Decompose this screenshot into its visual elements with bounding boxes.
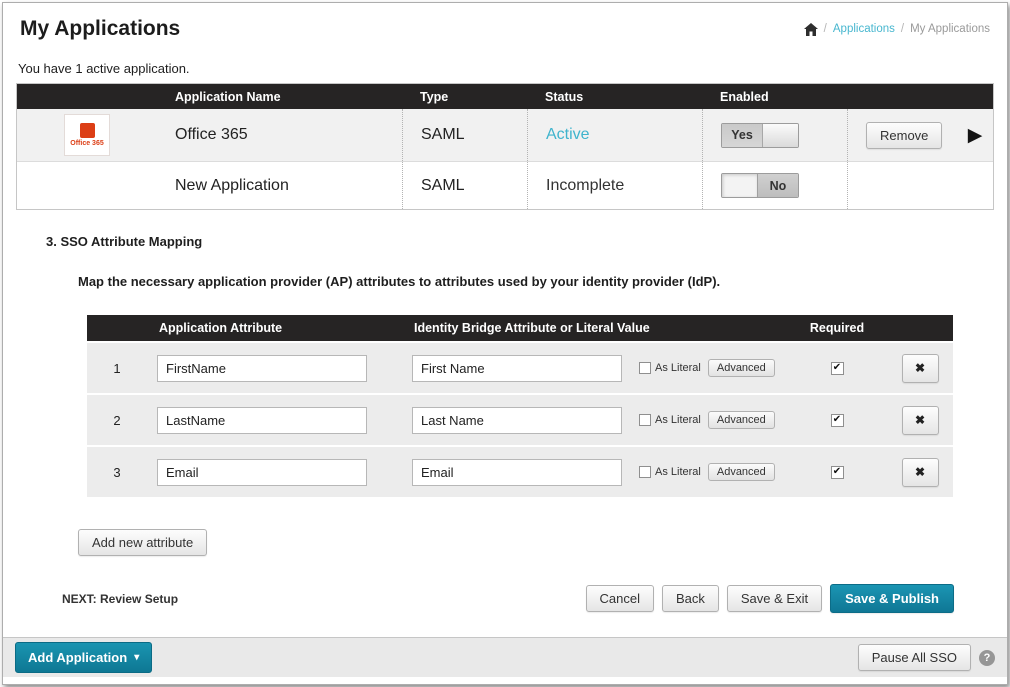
as-literal-checkbox[interactable] [639,466,651,478]
chevron-down-icon: ▾ [134,653,139,663]
required-checkbox[interactable] [831,362,844,375]
row-number: 2 [87,413,147,428]
add-application-button[interactable]: Add Application ▾ [15,642,152,673]
toggle-off-label: No [757,174,798,197]
column-required: Required [787,315,887,341]
required-checkbox[interactable] [831,414,844,427]
add-new-attribute-button[interactable]: Add new attribute [78,529,207,556]
expand-row-icon[interactable]: ▶ [968,126,983,145]
advanced-button[interactable]: Advanced [708,463,775,481]
identity-bridge-attribute-input[interactable] [412,355,622,382]
office365-logo: Office 365 [64,114,110,156]
application-attribute-input[interactable] [157,407,367,434]
toggle-handle [762,124,798,147]
column-application-name: Application Name [157,84,402,109]
row-number: 1 [87,361,147,376]
application-attribute-input[interactable] [157,355,367,382]
help-icon[interactable]: ? [979,650,995,666]
my-applications-page: My Applications / Applications / My Appl… [2,2,1008,685]
active-application-count: You have 1 active application. [18,61,992,76]
applications-table: Application Name Type Status Enabled Off… [16,83,994,210]
breadcrumb-separator: / [824,23,827,35]
delete-attribute-button[interactable]: ✖ [902,354,939,383]
sso-attribute-mapping-description: Map the necessary application provider (… [78,274,994,289]
application-attribute-input[interactable] [157,459,367,486]
application-type: SAML [402,162,527,209]
column-status: Status [527,84,702,109]
breadcrumb: / Applications / My Applications [804,23,990,36]
enabled-toggle-no[interactable]: No [721,173,799,198]
toggle-groove [722,174,757,197]
application-name: New Application [157,162,402,209]
form-actions: NEXT: Review Setup Cancel Back Save & Ex… [62,584,954,613]
as-literal-checkbox[interactable] [639,362,651,374]
sso-attribute-mapping-heading: 3. SSO Attribute Mapping [46,234,994,249]
breadcrumb-link-applications[interactable]: Applications [833,23,895,35]
footer-bar: Add Application ▾ Pause All SSO ? [3,637,1007,677]
column-enabled: Enabled [702,84,847,109]
column-expand-spacer [957,84,993,109]
application-name: Office 365 [157,109,402,161]
office365-logo-icon [80,123,95,138]
applications-table-header: Application Name Type Status Enabled [17,84,993,109]
advanced-button[interactable]: Advanced [708,359,775,377]
required-checkbox[interactable] [831,466,844,479]
column-type: Type [402,84,527,109]
save-exit-button[interactable]: Save & Exit [727,585,822,612]
cancel-button[interactable]: Cancel [586,585,654,612]
office365-logo-text: Office 365 [70,140,103,147]
breadcrumb-separator: / [901,23,904,35]
attribute-table-header: Application Attribute Identity Bridge At… [87,315,953,341]
remove-button[interactable]: Remove [866,122,942,149]
as-literal-label: As Literal [655,466,701,478]
page-header: My Applications / Applications / My Appl… [16,3,994,45]
application-status: Active [527,109,702,161]
column-identity-bridge-attribute: Identity Bridge Attribute or Literal Val… [402,315,637,341]
back-button[interactable]: Back [662,585,719,612]
attribute-row-1: 1 As Literal Advanced ✖ [87,343,953,393]
delete-attribute-button[interactable]: ✖ [902,406,939,435]
advanced-button[interactable]: Advanced [708,411,775,429]
save-publish-button[interactable]: Save & Publish [830,584,954,613]
row-number: 3 [87,465,147,480]
identity-bridge-attribute-input[interactable] [412,459,622,486]
application-type: SAML [402,109,527,161]
delete-attribute-button[interactable]: ✖ [902,458,939,487]
table-row-new-application: New Application SAML Incomplete No [17,161,993,209]
toggle-on-label: Yes [722,124,762,147]
add-application-label: Add Application [28,650,127,665]
next-step-label: NEXT: Review Setup [62,592,178,606]
as-literal-checkbox[interactable] [639,414,651,426]
as-literal-label: As Literal [655,414,701,426]
table-row-office365: Office 365 Office 365 SAML Active Yes Re… [17,109,993,161]
identity-bridge-attribute-input[interactable] [412,407,622,434]
attribute-mapping-table: Application Attribute Identity Bridge At… [87,315,953,497]
pause-all-sso-button[interactable]: Pause All SSO [858,644,971,671]
column-actions-spacer [847,84,957,109]
home-icon[interactable] [804,23,818,36]
enabled-toggle-yes[interactable]: Yes [721,123,799,148]
application-status: Incomplete [527,162,702,209]
breadcrumb-current: My Applications [910,23,990,35]
attribute-row-2: 2 As Literal Advanced ✖ [87,395,953,445]
attribute-row-3: 3 As Literal Advanced ✖ [87,447,953,497]
header-icon-spacer [17,84,157,109]
page-title: My Applications [20,17,180,41]
as-literal-label: As Literal [655,362,701,374]
column-application-attribute: Application Attribute [147,315,402,341]
